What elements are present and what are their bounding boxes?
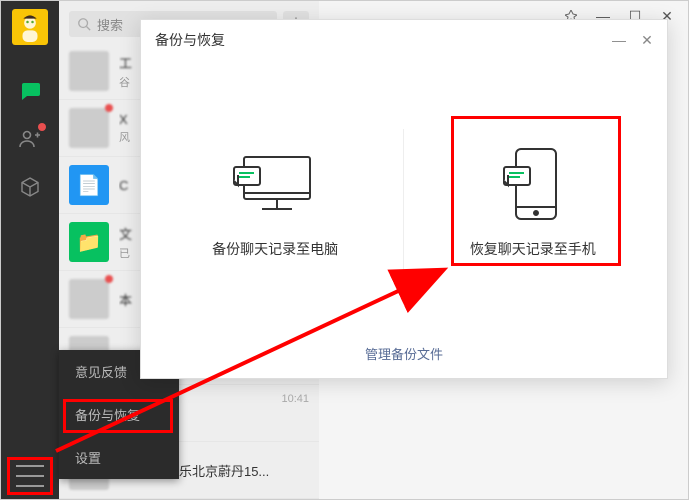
backup-to-pc-card[interactable]: 备份聊天记录至电脑 [175,114,375,294]
sidebar [1,1,59,499]
dialog-close-icon[interactable]: ✕ [641,34,653,46]
app-window: 搜索 ＋ 工 谷 X 风 📄 C 📁 文 [0,0,689,500]
contacts-icon[interactable] [16,125,44,153]
backup-to-pc-label: 备份聊天记录至电脑 [212,239,338,259]
dialog-title: 备份与恢复 [155,30,225,50]
dialog-header: 备份与恢复 — ✕ [141,20,667,60]
dialog-footer: 管理备份文件 [141,328,667,378]
menu-settings[interactable]: 设置 [59,436,179,479]
chat-icon[interactable] [16,77,44,105]
restore-to-phone-label: 恢复聊天记录至手机 [470,239,596,259]
apps-icon[interactable] [16,173,44,201]
backup-restore-dialog: 备份与恢复 — ✕ 备份 [140,19,668,379]
conv-time: 10:41 [281,393,309,405]
menu-backup-restore[interactable]: 备份与恢复 [59,393,179,436]
notification-dot [38,123,46,131]
manage-backup-link[interactable]: 管理备份文件 [365,344,443,363]
monitor-icon [230,149,320,219]
menu-button[interactable] [16,465,44,487]
divider [403,129,404,279]
avatar[interactable] [12,9,48,45]
phone-icon [488,149,578,219]
dialog-minimize-icon[interactable]: — [613,34,625,46]
search-placeholder: 搜索 [97,15,123,34]
dialog-body: 备份聊天记录至电脑 恢复聊天记录至手机 [141,60,667,328]
restore-to-phone-card[interactable]: 恢复聊天记录至手机 [433,114,633,294]
